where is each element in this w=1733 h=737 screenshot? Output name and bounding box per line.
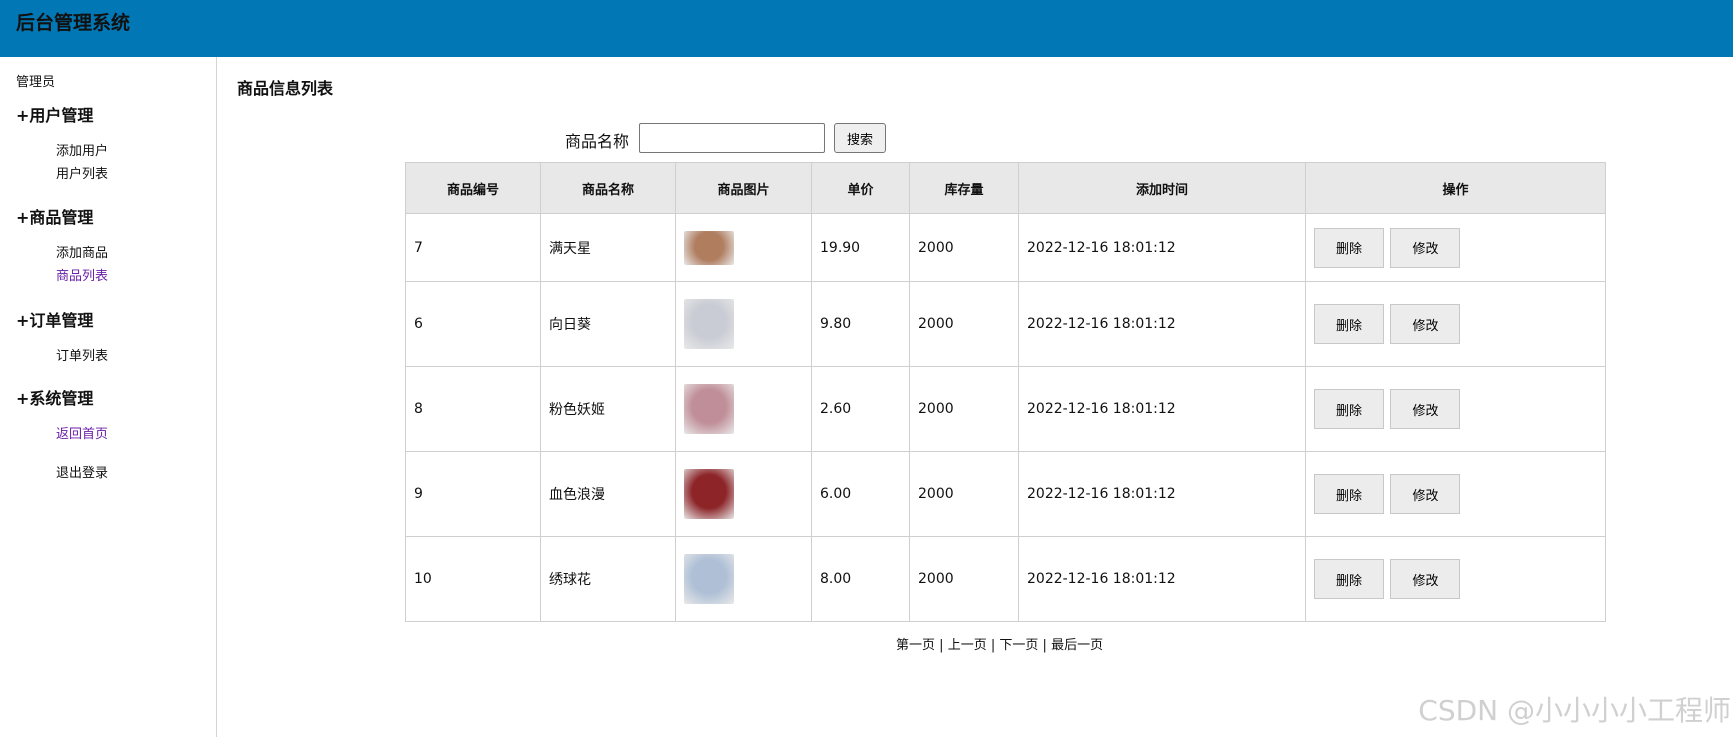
goods-name-cell: 向日葵 [540,281,676,367]
edit-button[interactable]: 修改 [1390,474,1461,514]
add-time-cell: 2022-12-16 18:01:12 [1018,366,1306,452]
header-goods-image: 商品图片 [675,162,812,214]
sidebar-item-goods-list[interactable]: 商品列表 [56,265,108,284]
goods-name-cell: 绣球花 [540,536,676,622]
unit-price-cell: 6.00 [811,451,910,537]
sidebar: 管理员 +用户管理 添加用户 用户列表 +商品管理 添加商品 商品列表 +订单管… [0,57,217,737]
header-unit-price: 单价 [811,162,910,214]
goods-image [684,469,734,519]
top-header-bar: 后台管理系统 [0,0,1733,57]
main-content: 商品信息列表 商品名称 搜索 商品编号 商品名称 商品图片 单价 库存量 添加时… [217,57,1733,737]
goods-id-cell: 9 [405,451,541,537]
add-time-cell: 2022-12-16 18:01:12 [1018,281,1306,367]
goods-image [684,230,734,265]
stock-cell: 2000 [909,281,1019,367]
goods-image [684,299,734,349]
sidebar-group-goods-management[interactable]: +商品管理 [16,204,93,228]
add-time-cell: 2022-12-16 18:01:12 [1018,451,1306,537]
sidebar-item-order-list[interactable]: 订单列表 [56,345,108,364]
delete-button[interactable]: 删除 [1314,474,1384,514]
goods-table: 商品编号 商品名称 商品图片 单价 库存量 添加时间 操作 7 满天星 19.9… [405,162,1606,622]
unit-price-cell: 9.80 [811,281,910,367]
app-title: 后台管理系统 [16,12,131,34]
add-time-cell: 2022-12-16 18:01:12 [1018,536,1306,622]
goods-image [684,554,734,604]
header-add-time: 添加时间 [1018,162,1306,214]
sidebar-item-back-home[interactable]: 返回首页 [56,423,108,442]
pagination: 第一页 | 上一页 | 下一页 | 最后一页 [217,634,1733,653]
pager-separator: | [939,638,944,653]
sidebar-item-add-user[interactable]: 添加用户 [56,140,108,159]
search-label: 商品名称 [565,132,630,151]
edit-button[interactable]: 修改 [1390,227,1461,268]
goods-id-cell: 7 [405,213,541,282]
edit-button[interactable]: 修改 [1390,559,1461,599]
table-row: 9 血色浪漫 6.00 2000 2022-12-16 18:01:12 删除 … [405,451,1606,537]
table-row: 10 绣球花 8.00 2000 2022-12-16 18:01:12 删除 … [405,536,1606,622]
stock-cell: 2000 [909,536,1019,622]
header-actions: 操作 [1305,162,1606,214]
pager-first-page[interactable]: 第一页 [896,638,935,653]
add-time-cell: 2022-12-16 18:01:12 [1018,213,1306,282]
pager-next-page[interactable]: 下一页 [999,638,1038,653]
edit-button[interactable]: 修改 [1390,389,1461,429]
edit-button[interactable]: 修改 [1390,304,1461,344]
search-button[interactable]: 搜索 [834,123,886,153]
sidebar-group-system-management[interactable]: +系统管理 [16,385,93,409]
goods-id-cell: 10 [405,536,541,622]
pager-separator: | [1042,638,1047,653]
header-stock: 库存量 [909,162,1019,214]
page-title: 商品信息列表 [237,79,334,98]
goods-name-cell: 粉色妖姬 [540,366,676,452]
watermark: CSDN @小小小小工程师 [1418,694,1731,727]
sidebar-item-add-goods[interactable]: 添加商品 [56,242,108,261]
table-row: 8 粉色妖姬 2.60 2000 2022-12-16 18:01:12 删除 … [405,366,1606,452]
header-goods-name: 商品名称 [540,162,676,214]
stock-cell: 2000 [909,451,1019,537]
sidebar-group-order-management[interactable]: +订单管理 [16,307,93,331]
goods-id-cell: 8 [405,366,541,452]
pager-separator: | [990,638,996,653]
unit-price-cell: 19.90 [811,213,910,282]
stock-cell: 2000 [909,213,1019,282]
sidebar-item-logout[interactable]: 退出登录 [56,462,108,481]
pager-prev-page[interactable]: 上一页 [948,638,987,653]
goods-image [684,384,734,434]
pager-last-page[interactable]: 最后一页 [1051,638,1103,653]
stock-cell: 2000 [909,366,1019,452]
unit-price-cell: 8.00 [811,536,910,622]
delete-button[interactable]: 删除 [1314,304,1384,344]
delete-button[interactable]: 删除 [1314,389,1384,429]
table-row: 7 满天星 19.90 2000 2022-12-16 18:01:12 删除 … [405,213,1606,282]
header-goods-id: 商品编号 [405,162,541,214]
table-row: 6 向日葵 9.80 2000 2022-12-16 18:01:12 删除 修… [405,281,1606,367]
goods-name-cell: 血色浪漫 [540,451,676,537]
goods-id-cell: 6 [405,281,541,367]
search-input[interactable] [639,123,825,153]
table-header-row: 商品编号 商品名称 商品图片 单价 库存量 添加时间 操作 [405,162,1606,214]
goods-name-cell: 满天星 [540,213,676,282]
delete-button[interactable]: 删除 [1314,227,1384,268]
sidebar-user-label: 管理员 [16,75,56,90]
sidebar-group-user-management[interactable]: +用户管理 [16,102,93,126]
sidebar-item-user-list[interactable]: 用户列表 [56,163,108,182]
delete-button[interactable]: 删除 [1314,559,1384,599]
unit-price-cell: 2.60 [811,366,910,452]
